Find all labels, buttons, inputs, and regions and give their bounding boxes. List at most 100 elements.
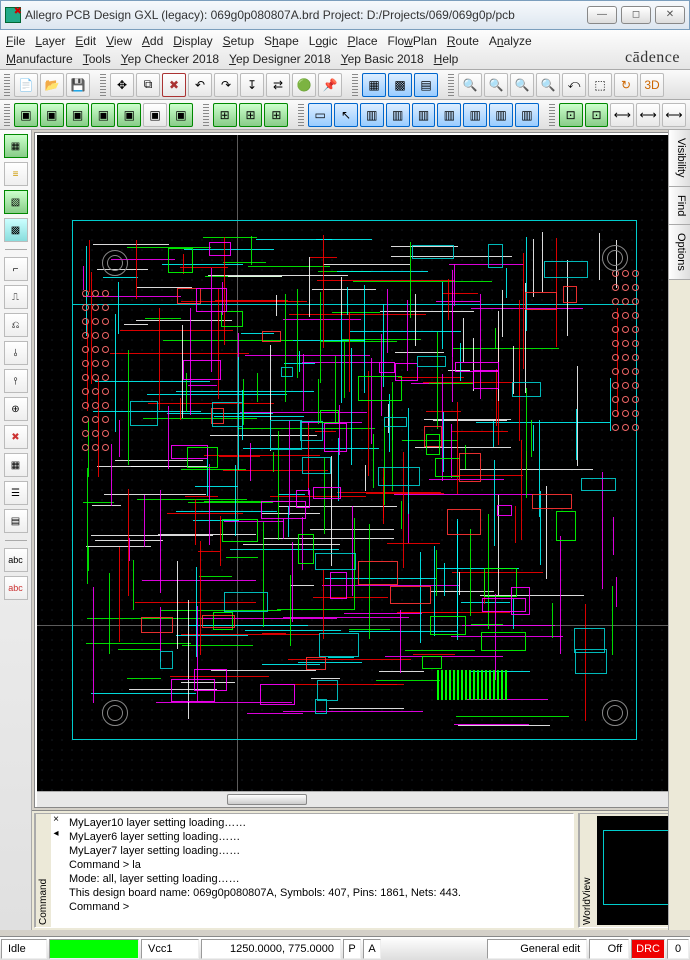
redo-button[interactable]: ↷ (214, 73, 238, 97)
worldview-tab[interactable]: WorldView (579, 814, 595, 927)
dim-btn-2[interactable]: ⊡ (585, 103, 609, 127)
dim-btn-4[interactable]: ⟷ (636, 103, 660, 127)
menu-yep-designer[interactable]: Yep Designer 2018 (229, 50, 331, 68)
menu-yep-checker[interactable]: Yep Checker 2018 (121, 50, 219, 68)
side-text-2[interactable]: abc (4, 576, 28, 600)
maximize-button[interactable]: ◻ (621, 6, 651, 24)
net-btn-2[interactable]: ⊞ (239, 103, 263, 127)
side-tool-4[interactable]: ⫰ (4, 341, 28, 365)
menu-place[interactable]: Place (347, 32, 377, 50)
tab-visibility[interactable]: Visibility (669, 130, 690, 187)
save-button[interactable]: 💾 (66, 73, 90, 97)
side-net-btn[interactable]: ≡ (4, 162, 28, 186)
dim-btn-1[interactable]: ⊡ (559, 103, 583, 127)
delete-button[interactable]: ✖ (162, 73, 186, 97)
side-tool-3[interactable]: ⎌ (4, 313, 28, 337)
side-text-1[interactable]: abc (4, 548, 28, 572)
layer-btn-5[interactable]: ▣ (117, 103, 141, 127)
tab-find[interactable]: Find (669, 187, 690, 225)
menu-analyze[interactable]: Analyze (489, 32, 532, 50)
copy-button[interactable]: ⧉ (136, 73, 160, 97)
view-3d-button[interactable]: 3D (640, 73, 664, 97)
undo-button[interactable]: ↶ (188, 73, 212, 97)
menu-shape[interactable]: Shape (264, 32, 299, 50)
open-file-button[interactable]: 📂 (40, 73, 64, 97)
side-tool-7[interactable]: ✖ (4, 425, 28, 449)
layer-btn-2[interactable]: ▣ (40, 103, 64, 127)
move-button[interactable]: ✥ (110, 73, 134, 97)
tab-options[interactable]: Options (669, 225, 690, 280)
design-canvas[interactable] (37, 135, 671, 791)
status-p[interactable]: P (343, 939, 361, 959)
zoom-out-button[interactable]: 🔍 (510, 73, 534, 97)
command-panel: Command × ◂ MyLayer10 layer setting load… (34, 813, 574, 928)
group-btn-5[interactable]: ▥ (463, 103, 487, 127)
command-output[interactable]: MyLayer10 layer setting loading…… MyLaye… (51, 814, 573, 927)
pin-button[interactable]: 📌 (318, 73, 342, 97)
status-a[interactable]: A (363, 939, 381, 959)
dim-btn-3[interactable]: ⟷ (610, 103, 634, 127)
side-via-btn[interactable]: ▧ (4, 190, 28, 214)
zoom-sel-button[interactable]: ⬚ (588, 73, 612, 97)
scrollbar-horizontal[interactable] (37, 791, 671, 807)
group-btn-1[interactable]: ▥ (360, 103, 384, 127)
layer-btn-6[interactable]: ▣ (143, 103, 167, 127)
menu-setup[interactable]: Setup (223, 32, 254, 50)
menu-flowplan[interactable]: FlowPlan (388, 32, 437, 50)
group-btn-3[interactable]: ▥ (412, 103, 436, 127)
group-btn-4[interactable]: ▥ (437, 103, 461, 127)
side-tool-6[interactable]: ⊕ (4, 397, 28, 421)
close-button[interactable]: ✕ (655, 6, 685, 24)
menu-file[interactable]: File (6, 32, 25, 50)
menu-route[interactable]: Route (447, 32, 479, 50)
side-tool-8[interactable]: ▦ (4, 453, 28, 477)
menu-layer[interactable]: Layer (35, 32, 65, 50)
side-tool-5[interactable]: ⫯ (4, 369, 28, 393)
net-btn-3[interactable]: ⊞ (264, 103, 288, 127)
net-btn-1[interactable]: ⊞ (213, 103, 237, 127)
menu-help[interactable]: Help (434, 50, 459, 68)
side-tool-9[interactable]: ☰ (4, 481, 28, 505)
window-title: Allegro PCB Design GXL (legacy): 069g0p0… (25, 8, 587, 22)
status-idle: Idle (1, 939, 47, 959)
menu-display[interactable]: Display (173, 32, 212, 50)
side-tool-1[interactable]: ⌐ (4, 257, 28, 281)
layer-btn-3[interactable]: ▣ (66, 103, 90, 127)
align-button[interactable]: ↧ (240, 73, 264, 97)
shape-line-button[interactable]: ▤ (414, 73, 438, 97)
group-btn-7[interactable]: ▥ (515, 103, 539, 127)
menu-manufacture[interactable]: Manufacture (6, 50, 73, 68)
shape-rect-button[interactable]: ▦ (362, 73, 386, 97)
side-route-btn[interactable]: ▦ (4, 134, 28, 158)
group-btn-6[interactable]: ▥ (489, 103, 513, 127)
side-tool-2[interactable]: ⎍ (4, 285, 28, 309)
new-file-button[interactable]: 📄 (14, 73, 38, 97)
dim-btn-5[interactable]: ⟷ (662, 103, 686, 127)
zoom-in-button[interactable]: 🔍 (484, 73, 508, 97)
minimize-button[interactable]: — (587, 6, 617, 24)
zoom-fit-button[interactable]: 🔍 (458, 73, 482, 97)
menu-view[interactable]: View (106, 32, 132, 50)
side-shape-btn[interactable]: ▩ (4, 218, 28, 242)
menu-add[interactable]: Add (142, 32, 163, 50)
layer-btn-7[interactable]: ▣ (169, 103, 193, 127)
status-layer[interactable]: Vcc1 (141, 939, 199, 959)
menu-tools[interactable]: Tools (83, 50, 111, 68)
zoom-window-button[interactable]: 🔍 (536, 73, 560, 97)
pcb-art (82, 230, 627, 740)
layer-btn-1[interactable]: ▣ (14, 103, 38, 127)
color-button[interactable]: 🟢 (292, 73, 316, 97)
group-btn-2[interactable]: ▥ (386, 103, 410, 127)
mirror-button[interactable]: ⇄ (266, 73, 290, 97)
shape-poly-button[interactable]: ▩ (388, 73, 412, 97)
menu-logic[interactable]: Logic (309, 32, 338, 50)
refresh-button[interactable]: ↻ (614, 73, 638, 97)
layer-btn-4[interactable]: ▣ (91, 103, 115, 127)
zoom-prev-button[interactable]: ⤺ (562, 73, 586, 97)
arrow-btn[interactable]: ↖ (334, 103, 358, 127)
select-btn[interactable]: ▭ (308, 103, 332, 127)
side-tool-10[interactable]: ▤ (4, 509, 28, 533)
status-drc[interactable]: DRC (631, 939, 665, 959)
menu-yep-basic[interactable]: Yep Basic 2018 (341, 50, 424, 68)
menu-edit[interactable]: Edit (75, 32, 96, 50)
